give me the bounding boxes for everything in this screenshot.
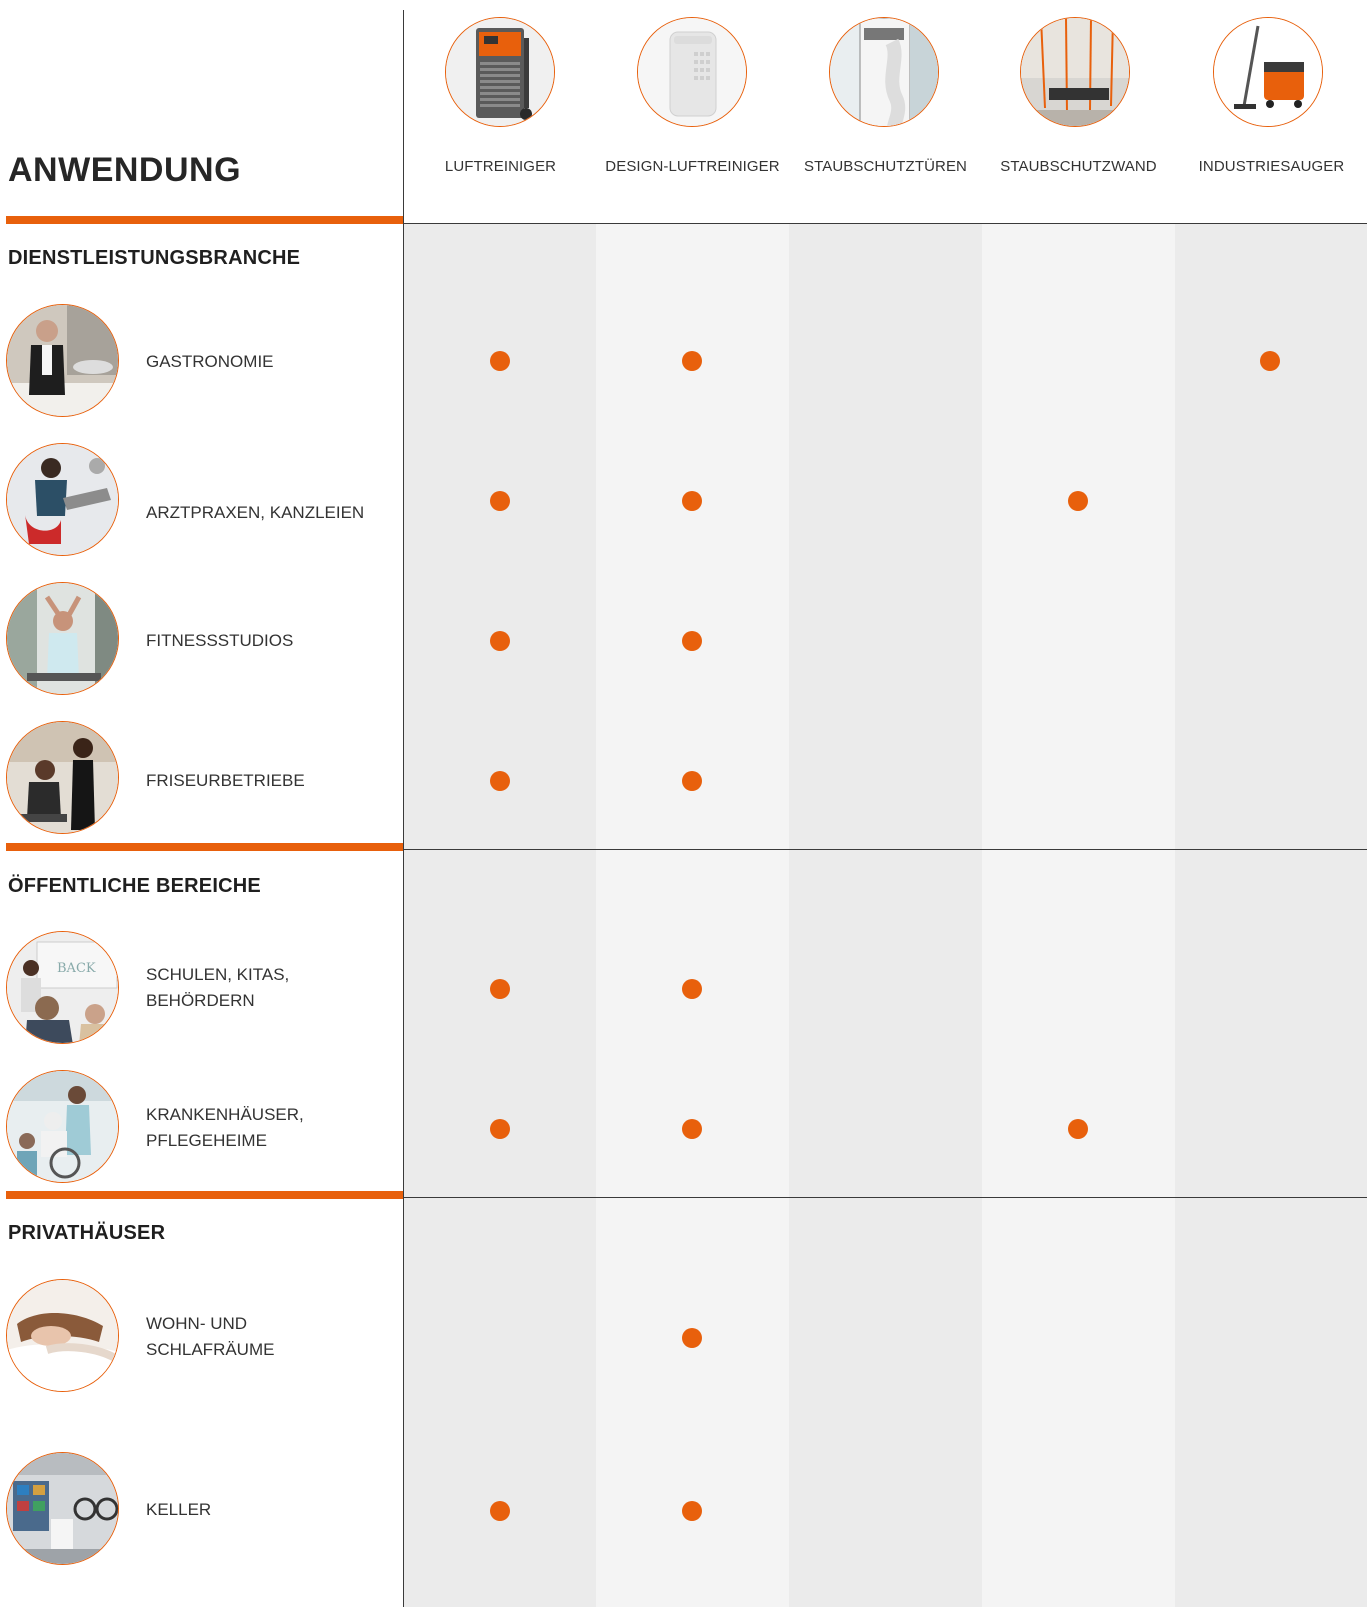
section-accent-bar <box>6 216 403 224</box>
suitability-dot <box>682 631 702 651</box>
suitability-dot <box>1068 1119 1088 1139</box>
section-title-privathaeuser: PRIVATHÄUSER <box>8 1222 166 1244</box>
medical-practice-photo <box>6 443 119 556</box>
suitability-dot <box>682 491 702 511</box>
application-label: WOHN- UND SCHLAFRÄUME <box>146 1314 275 1359</box>
application-label: KRANKENHÄUSER, PFLEGEHEIME <box>146 1105 304 1150</box>
bedroom-photo <box>6 1279 119 1392</box>
product-label-staubschutztueren: STAUBSCHUTZTÜREN <box>804 158 967 175</box>
hairdresser-photo <box>6 721 119 834</box>
dust-protection-wall-icon <box>1020 17 1130 127</box>
product-label-luftreiniger: LUFTREINIGER <box>444 158 557 175</box>
dust-protection-door-icon <box>829 17 939 127</box>
application-label: GASTRONOMIE <box>146 352 274 371</box>
suitability-dot <box>1068 491 1088 511</box>
suitability-dot <box>682 1501 702 1521</box>
suitability-dot <box>682 351 702 371</box>
column-luftreiniger <box>404 224 596 1607</box>
page-title: ANWENDUNG <box>8 151 242 189</box>
product-label-staubschutzwand: STAUBSCHUTZWAND <box>1000 158 1157 175</box>
suitability-dot <box>682 1328 702 1348</box>
suitability-dot <box>682 1119 702 1139</box>
suitability-dot <box>682 979 702 999</box>
svg-text:BACK: BACK <box>57 961 96 976</box>
application-label: ARZTPRAXEN, KANZLEIEN <box>146 503 365 522</box>
suitability-dot <box>490 631 510 651</box>
product-label-design-luftreiniger: DESIGN-LUFTREINIGER <box>605 158 780 175</box>
hospital-photo <box>6 1070 119 1183</box>
application-label: FITNESSSTUDIOS <box>146 631 294 650</box>
vertical-divider <box>403 10 404 1607</box>
header-divider <box>404 223 1367 224</box>
section-accent-bar <box>6 1191 403 1199</box>
suitability-dot <box>682 771 702 791</box>
column-design-luftreiniger <box>596 224 789 1607</box>
suitability-dot <box>490 979 510 999</box>
suitability-dot <box>490 1119 510 1139</box>
air-purifier-icon <box>445 17 555 127</box>
section-accent-bar <box>6 843 403 851</box>
fitness-studio-photo <box>6 582 119 695</box>
gastronomy-photo <box>6 304 119 417</box>
column-staubschutzwand <box>982 224 1175 1607</box>
application-label: FRISEURBETRIEBE <box>146 771 305 790</box>
suitability-dot <box>490 771 510 791</box>
suitability-dot <box>490 1501 510 1521</box>
school-photo: BACK <box>6 931 119 1044</box>
suitability-dot <box>490 491 510 511</box>
design-air-purifier-icon <box>637 17 747 127</box>
application-label: KELLER <box>146 1500 212 1519</box>
section-title-oeffentliche-bereiche: ÖFFENTLICHE BEREICHE <box>8 875 261 897</box>
suitability-dot <box>490 351 510 371</box>
section-divider <box>404 1197 1367 1198</box>
section-title-dienstleistungsbranche: DIENSTLEISTUNGSBRANCHE <box>8 247 301 269</box>
basement-photo <box>6 1452 119 1565</box>
product-label-industriesauger: INDUSTRIESAUGER <box>1198 158 1345 175</box>
section-divider <box>404 849 1367 850</box>
application-label: SCHULEN, KITAS, BEHÖRDERN <box>146 965 290 1010</box>
industrial-vacuum-icon <box>1213 17 1323 127</box>
suitability-dot <box>1260 351 1280 371</box>
column-staubschutztueren <box>789 224 982 1607</box>
column-industriesauger <box>1175 224 1367 1607</box>
